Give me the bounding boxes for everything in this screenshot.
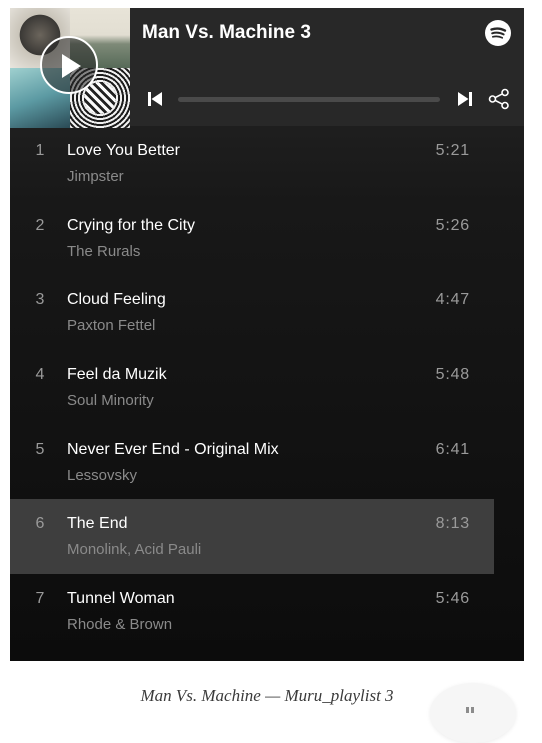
- play-button[interactable]: [40, 36, 98, 94]
- track-number: 1: [35, 142, 45, 159]
- track-artist[interactable]: Soul Minority: [67, 392, 154, 409]
- share-icon[interactable]: [488, 88, 510, 110]
- track-name[interactable]: Feel da Muzik: [67, 366, 167, 384]
- track-number: 5: [35, 440, 45, 458]
- progress-bar[interactable]: [178, 97, 440, 102]
- track-list: 1 Love You Better Jimpster 5:21 2 Crying for …: [10, 126, 524, 649]
- track-name[interactable]: Cloud Feeling: [67, 291, 166, 309]
- track-name[interactable]: Love You Better: [67, 142, 180, 160]
- track-duration: 4:47: [435, 291, 470, 309]
- spotify-icon[interactable]: [485, 20, 511, 46]
- track-row[interactable]: 7 Tunnel Woman Rhode & Brown 5:46: [10, 574, 494, 649]
- track-number: 3: [35, 291, 45, 309]
- playlist-title[interactable]: Man Vs. Machine 3: [142, 22, 311, 44]
- track-number: 6: [35, 515, 45, 533]
- track-duration: 5:21: [435, 142, 470, 159]
- track-artist[interactable]: Lessovsky: [67, 467, 137, 484]
- track-name[interactable]: Tunnel Woman: [67, 590, 175, 608]
- track-number: 2: [35, 216, 45, 234]
- track-row[interactable]: 4 Feel da Muzik Soul Minority 5:48: [10, 350, 494, 425]
- track-duration: 8:13: [435, 515, 470, 533]
- track-name[interactable]: Crying for the City: [67, 217, 195, 235]
- playlist-cover-art: [10, 8, 130, 128]
- track-artist[interactable]: Jimpster: [67, 168, 124, 185]
- track-artist[interactable]: The Rurals: [67, 243, 140, 260]
- track-artist[interactable]: Paxton Fettel: [67, 317, 155, 334]
- track-duration: 5:26: [435, 216, 470, 234]
- track-duration: 5:48: [435, 366, 470, 384]
- track-number: 7: [35, 590, 45, 608]
- track-duration: 5:46: [435, 590, 470, 608]
- player-header: Man Vs. Machine 3: [10, 8, 524, 128]
- scrollbar[interactable]: [500, 126, 524, 661]
- track-name[interactable]: The End: [67, 515, 127, 533]
- track-row[interactable]: 1 Love You Better Jimpster 5:21: [10, 126, 494, 201]
- track-number: 4: [35, 366, 45, 384]
- track-row[interactable]: 2 Crying for the City The Rurals 5:26: [10, 201, 494, 276]
- track-row[interactable]: 3 Cloud Feeling Paxton Fettel 4:47: [10, 275, 494, 350]
- track-row[interactable]: 5 Never Ever End - Original Mix Lessovsky 6…: [10, 425, 494, 500]
- track-artist[interactable]: Monolink, Acid Pauli: [67, 541, 201, 558]
- play-icon: [62, 54, 81, 78]
- track-artist[interactable]: Rhode & Brown: [67, 616, 172, 633]
- skip-next-icon[interactable]: [457, 91, 473, 107]
- track-duration: 6:41: [435, 440, 470, 458]
- track-name[interactable]: Never Ever End - Original Mix: [67, 441, 279, 459]
- skip-previous-icon[interactable]: [147, 91, 163, 107]
- track-row[interactable]: 6 The End Monolink, Acid Pauli 8:13: [10, 499, 494, 575]
- spotify-embed-player: Man Vs. Machine 3 1 Love You Better Jimpst…: [10, 8, 524, 661]
- floating-action-button[interactable]: [430, 683, 516, 743]
- pause-icon: [466, 707, 469, 713]
